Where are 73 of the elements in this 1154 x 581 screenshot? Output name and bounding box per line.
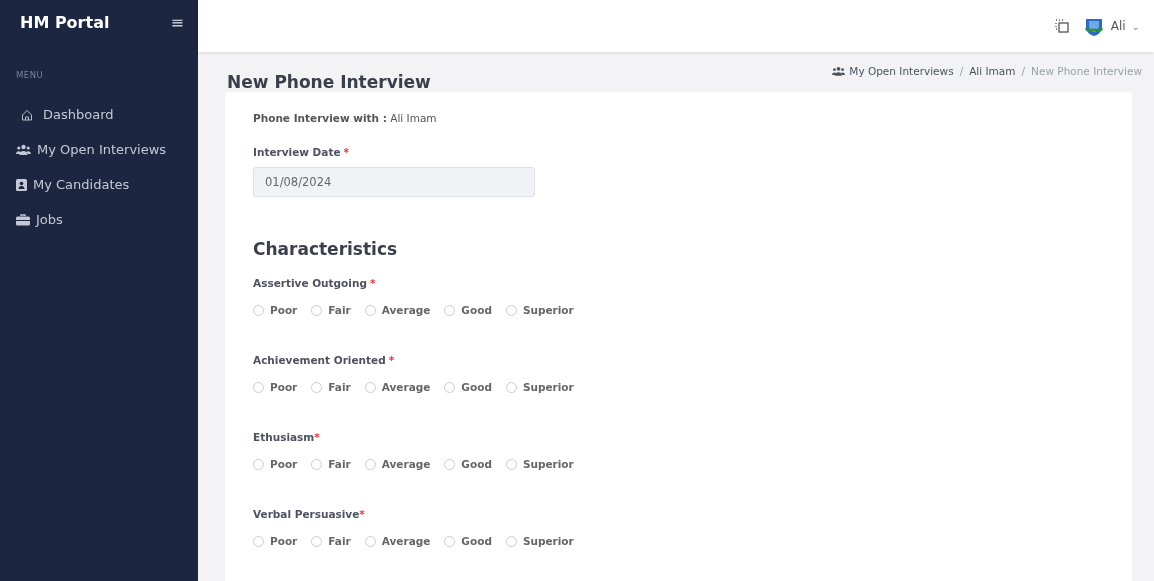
rating-option[interactable]: Superior xyxy=(505,535,574,547)
radio-button[interactable] xyxy=(253,535,264,547)
radio-button[interactable] xyxy=(311,535,323,547)
id-card-icon xyxy=(16,178,27,191)
breadcrumb-separator: / xyxy=(1021,65,1026,77)
breadcrumb-current: New Phone Interview xyxy=(1031,65,1142,77)
required-mark: * xyxy=(359,508,365,520)
rating-option[interactable]: Good xyxy=(444,535,492,547)
sidebar-item[interactable]: Dashboard xyxy=(0,97,198,132)
required-mark: * xyxy=(388,354,395,366)
users-icon xyxy=(16,144,31,155)
required-mark: * xyxy=(343,146,350,158)
rating-option[interactable]: Fair xyxy=(311,304,351,316)
radio-button[interactable] xyxy=(444,304,456,316)
section-title: Characteristics xyxy=(253,239,399,259)
rating-option[interactable]: Fair xyxy=(311,535,351,547)
radio-button[interactable] xyxy=(364,304,376,316)
radio-button[interactable] xyxy=(253,304,264,316)
radio-button[interactable] xyxy=(444,535,456,547)
fullscreen-icon[interactable] xyxy=(1054,19,1069,33)
app-title: HM Portal xyxy=(20,12,110,32)
required-mark: * xyxy=(369,277,376,289)
radio-button[interactable] xyxy=(505,304,517,316)
rating-option[interactable]: Average xyxy=(364,535,431,547)
rating-option[interactable]: Poor xyxy=(253,381,298,393)
breadcrumb-link[interactable]: Ali Imam xyxy=(969,65,1016,77)
menu-toggle-button[interactable]: ≡ xyxy=(170,12,184,32)
rating-option[interactable]: Poor xyxy=(253,535,298,547)
user-menu[interactable]: Ali ⌄ xyxy=(1082,15,1140,37)
radio-button[interactable] xyxy=(311,458,323,470)
rating-option[interactable]: Superior xyxy=(505,304,574,316)
breadcrumb-separator: / xyxy=(959,65,964,77)
rating-option[interactable]: Average xyxy=(364,381,431,393)
interviewee-line: Phone Interview with : Ali Imam xyxy=(253,112,438,124)
rating-option[interactable]: Superior xyxy=(505,381,574,393)
rating-option[interactable]: Good xyxy=(444,458,492,470)
rating-option[interactable]: Average xyxy=(364,304,431,316)
radio-button[interactable] xyxy=(253,381,264,393)
rating-option[interactable]: Superior xyxy=(505,458,574,470)
radio-button[interactable] xyxy=(364,458,376,470)
menu-section-label: MENU xyxy=(15,69,45,82)
sidebar-item[interactable]: My Candidates xyxy=(0,167,198,202)
home-icon xyxy=(21,108,33,121)
radio-button[interactable] xyxy=(444,458,456,470)
rating-option[interactable]: Good xyxy=(444,304,492,316)
rating-option[interactable]: Average xyxy=(364,458,431,470)
breadcrumb-link[interactable]: My Open Interviews xyxy=(832,65,954,77)
rating-option[interactable]: Fair xyxy=(311,381,351,393)
users-icon xyxy=(832,66,846,76)
radio-button[interactable] xyxy=(311,381,323,393)
radio-button[interactable] xyxy=(444,381,456,393)
field-label: Ethusiasm xyxy=(253,431,315,443)
radio-button[interactable] xyxy=(311,304,323,316)
rating-option[interactable]: Fair xyxy=(311,458,351,470)
rating-option[interactable]: Good xyxy=(444,381,492,393)
date-input[interactable]: 01/08/2024 xyxy=(253,167,535,197)
briefcase-icon xyxy=(16,213,30,226)
field-label: Achievement Oriented xyxy=(253,354,386,366)
required-mark: * xyxy=(314,431,320,443)
rating-option[interactable]: Poor xyxy=(253,458,298,470)
radio-button[interactable] xyxy=(253,458,264,470)
radio-button[interactable] xyxy=(364,535,376,547)
sidebar-item[interactable]: My Open Interviews xyxy=(0,132,198,167)
radio-button[interactable] xyxy=(364,381,376,393)
page-title: New Phone Interview xyxy=(227,72,431,92)
rating-option[interactable]: Poor xyxy=(253,304,298,316)
field-label: Assertive Outgoing xyxy=(253,277,367,289)
field-label: Verbal Persuasive xyxy=(253,508,360,520)
field-label: Interview Date xyxy=(253,146,341,158)
sidebar-item[interactable]: Jobs xyxy=(0,202,198,237)
radio-button[interactable] xyxy=(505,381,517,393)
radio-button[interactable] xyxy=(505,458,517,470)
radio-button[interactable] xyxy=(505,535,517,547)
